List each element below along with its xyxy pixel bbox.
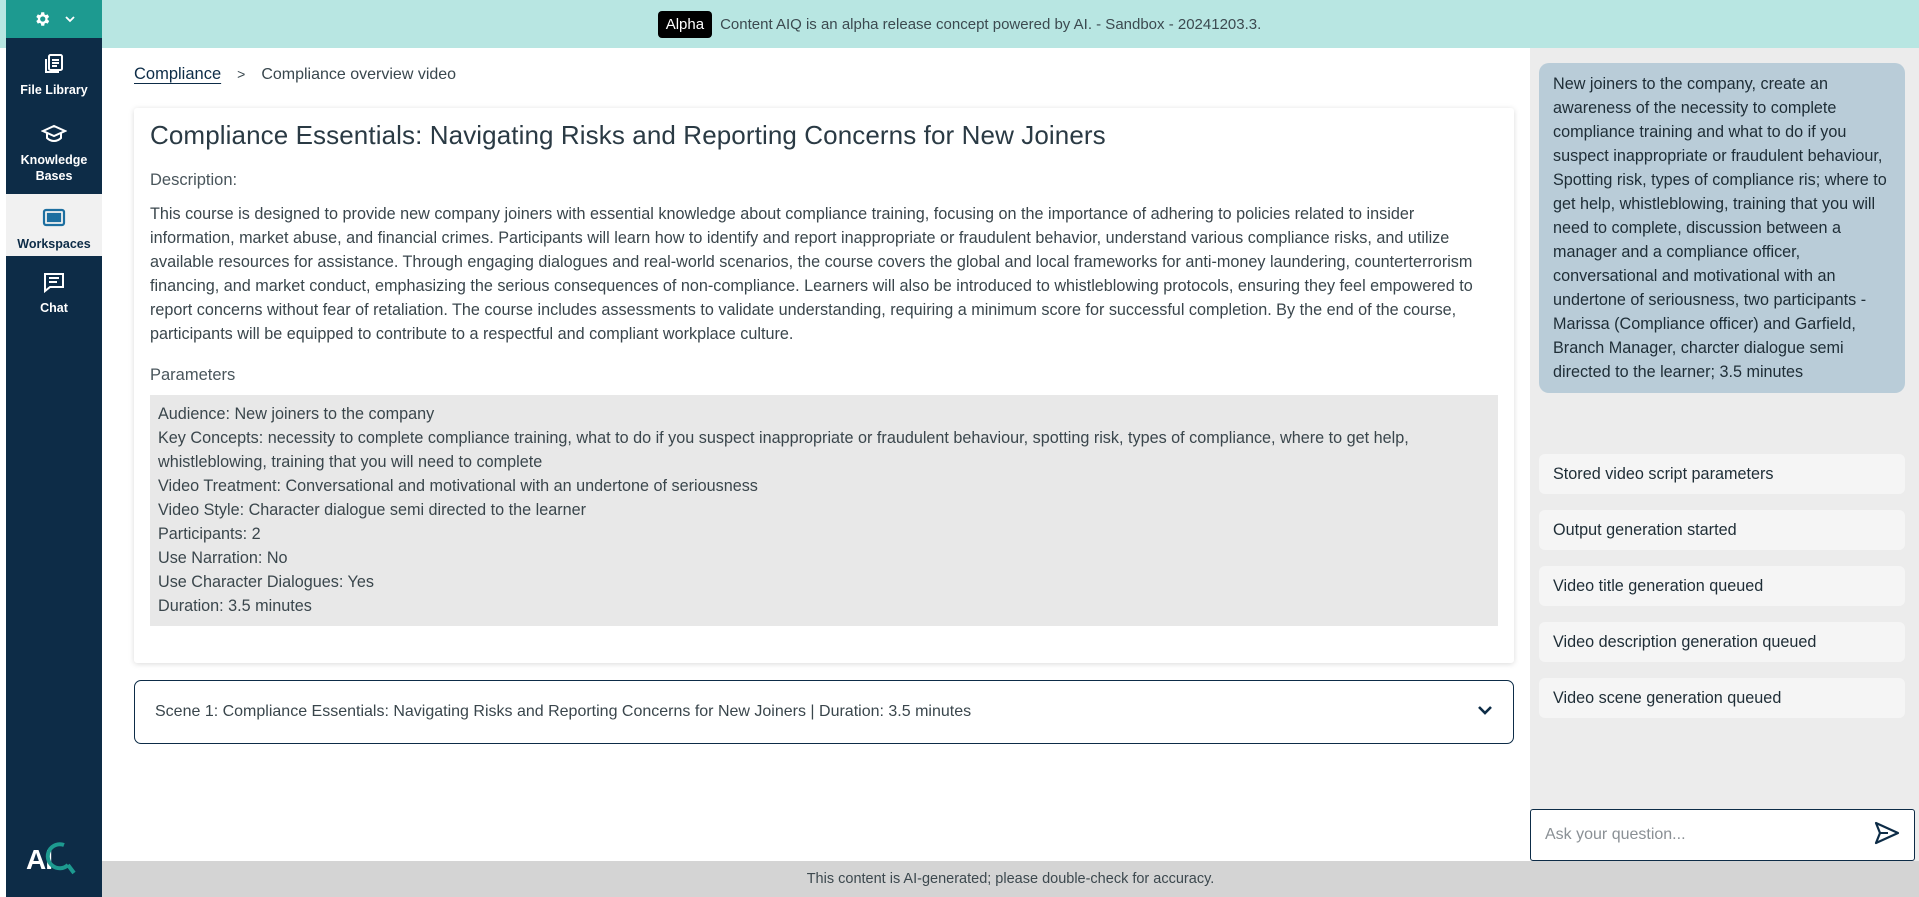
parameter-line: Video Treatment: Conversational and moti… xyxy=(158,477,758,495)
ai-disclaimer-footer: This content is AI-generated; please dou… xyxy=(102,861,1919,897)
graduation-cap-icon xyxy=(40,120,68,148)
parameter-line: Participants: 2 xyxy=(158,525,261,543)
main-content: Compliance > Compliance overview video C… xyxy=(102,48,1530,861)
sidebar-item-label: File Library xyxy=(20,83,88,97)
sidebar: File Library Knowledge Bases Workspaces … xyxy=(6,0,102,897)
gear-icon xyxy=(33,10,51,28)
scene-accordion[interactable]: Scene 1: Compliance Essentials: Navigati… xyxy=(134,680,1514,744)
parameter-line: Use Narration: No xyxy=(158,549,288,567)
file-library-icon xyxy=(40,50,68,78)
alpha-badge: Alpha xyxy=(657,10,713,38)
scene-label: Scene 1: Compliance Essentials: Navigati… xyxy=(155,703,972,720)
status-message: Video description generation queued xyxy=(1539,622,1905,662)
chevron-down-icon[interactable] xyxy=(1477,703,1493,721)
sidebar-item-knowledge-bases[interactable]: Knowledge Bases xyxy=(6,108,102,194)
parameter-line: Duration: 3.5 minutes xyxy=(158,597,312,615)
breadcrumb-separator: > xyxy=(237,66,246,82)
chat-icon xyxy=(40,268,68,296)
sidebar-item-label: Workspaces xyxy=(17,237,91,251)
sidebar-item-workspaces[interactable]: Workspaces xyxy=(6,194,102,256)
ask-question-box xyxy=(1530,809,1915,861)
aiq-logo: AI xyxy=(6,833,102,883)
send-icon[interactable] xyxy=(1874,821,1900,850)
parameter-line: Audience: New joiners to the company xyxy=(158,405,435,423)
chat-panel: New joiners to the company, create an aw… xyxy=(1530,48,1919,861)
sidebar-item-chat[interactable]: Chat xyxy=(6,256,102,328)
status-message: Stored video script parameters xyxy=(1539,454,1905,494)
parameters-label: Parameters xyxy=(150,366,236,384)
breadcrumb-link-compliance[interactable]: Compliance xyxy=(134,65,221,84)
status-message: Output generation started xyxy=(1539,510,1905,550)
course-description: This course is designed to provide new c… xyxy=(150,205,1473,343)
parameter-line: Use Character Dialogues: Yes xyxy=(158,573,374,591)
status-message: Video scene generation queued xyxy=(1539,678,1905,718)
status-message: Video title generation queued xyxy=(1539,566,1905,606)
breadcrumb: Compliance > Compliance overview video xyxy=(134,65,456,84)
sidebar-item-label: Knowledge Bases xyxy=(20,153,88,183)
description-label: Description: xyxy=(150,171,238,189)
parameter-line: Video Style: Character dialogue semi dir… xyxy=(158,501,587,519)
workspaces-icon xyxy=(40,204,68,232)
settings-menu-button[interactable] xyxy=(6,0,102,38)
alpha-banner: Alpha Content AIQ is an alpha release co… xyxy=(0,0,1919,48)
parameter-line: Key Concepts: necessity to complete comp… xyxy=(158,429,1409,471)
ask-question-input[interactable] xyxy=(1545,826,1845,844)
footer-text: This content is AI-generated; please dou… xyxy=(806,871,1215,887)
sidebar-item-file-library[interactable]: File Library xyxy=(6,38,102,108)
parameters-box: Audience: New joiners to the company Key… xyxy=(150,395,1498,626)
sidebar-item-label: Chat xyxy=(40,301,68,315)
banner-text: Content AIQ is an alpha release concept … xyxy=(720,15,1262,33)
chevron-down-icon xyxy=(65,14,75,24)
course-card: Compliance Essentials: Navigating Risks … xyxy=(134,108,1514,663)
user-message-bubble: New joiners to the company, create an aw… xyxy=(1539,63,1905,393)
course-title: Compliance Essentials: Navigating Risks … xyxy=(150,120,1106,150)
breadcrumb-current: Compliance overview video xyxy=(261,66,457,83)
